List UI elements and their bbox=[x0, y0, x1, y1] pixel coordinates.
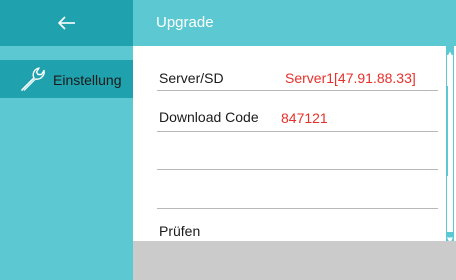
sidebar-item-einstellung[interactable]: Einstellung bbox=[0, 60, 133, 98]
check-row[interactable]: Prüfen bbox=[157, 218, 438, 240]
empty-row bbox=[157, 133, 438, 170]
server-row[interactable]: Server/SD Server1[47.91.88.33] bbox=[157, 62, 438, 91]
download-code-value: 847121 bbox=[281, 110, 328, 126]
server-label: Server/SD bbox=[159, 70, 224, 86]
scroll-down-icon[interactable] bbox=[446, 232, 454, 244]
sidebar: Einstellung bbox=[0, 46, 133, 280]
back-button[interactable] bbox=[0, 0, 133, 46]
scroll-thumb[interactable] bbox=[446, 86, 448, 176]
scrollbar[interactable] bbox=[446, 46, 454, 244]
sidebar-item-label: Einstellung bbox=[53, 72, 122, 88]
empty-row bbox=[157, 170, 438, 209]
server-value: Server1[47.91.88.33] bbox=[285, 70, 416, 86]
scroll-up-icon[interactable] bbox=[446, 46, 454, 58]
download-code-row[interactable]: Download Code 847121 bbox=[157, 99, 438, 132]
upgrade-form: Server/SD Server1[47.91.88.33] Download … bbox=[133, 46, 456, 244]
wrench-icon bbox=[21, 67, 45, 91]
header-bar: Upgrade bbox=[133, 0, 456, 46]
page-title: Upgrade bbox=[156, 14, 214, 31]
check-button[interactable]: Prüfen bbox=[159, 223, 200, 239]
arrow-left-icon bbox=[57, 16, 75, 30]
download-code-label: Download Code bbox=[159, 109, 259, 125]
footer-bar bbox=[133, 241, 456, 280]
